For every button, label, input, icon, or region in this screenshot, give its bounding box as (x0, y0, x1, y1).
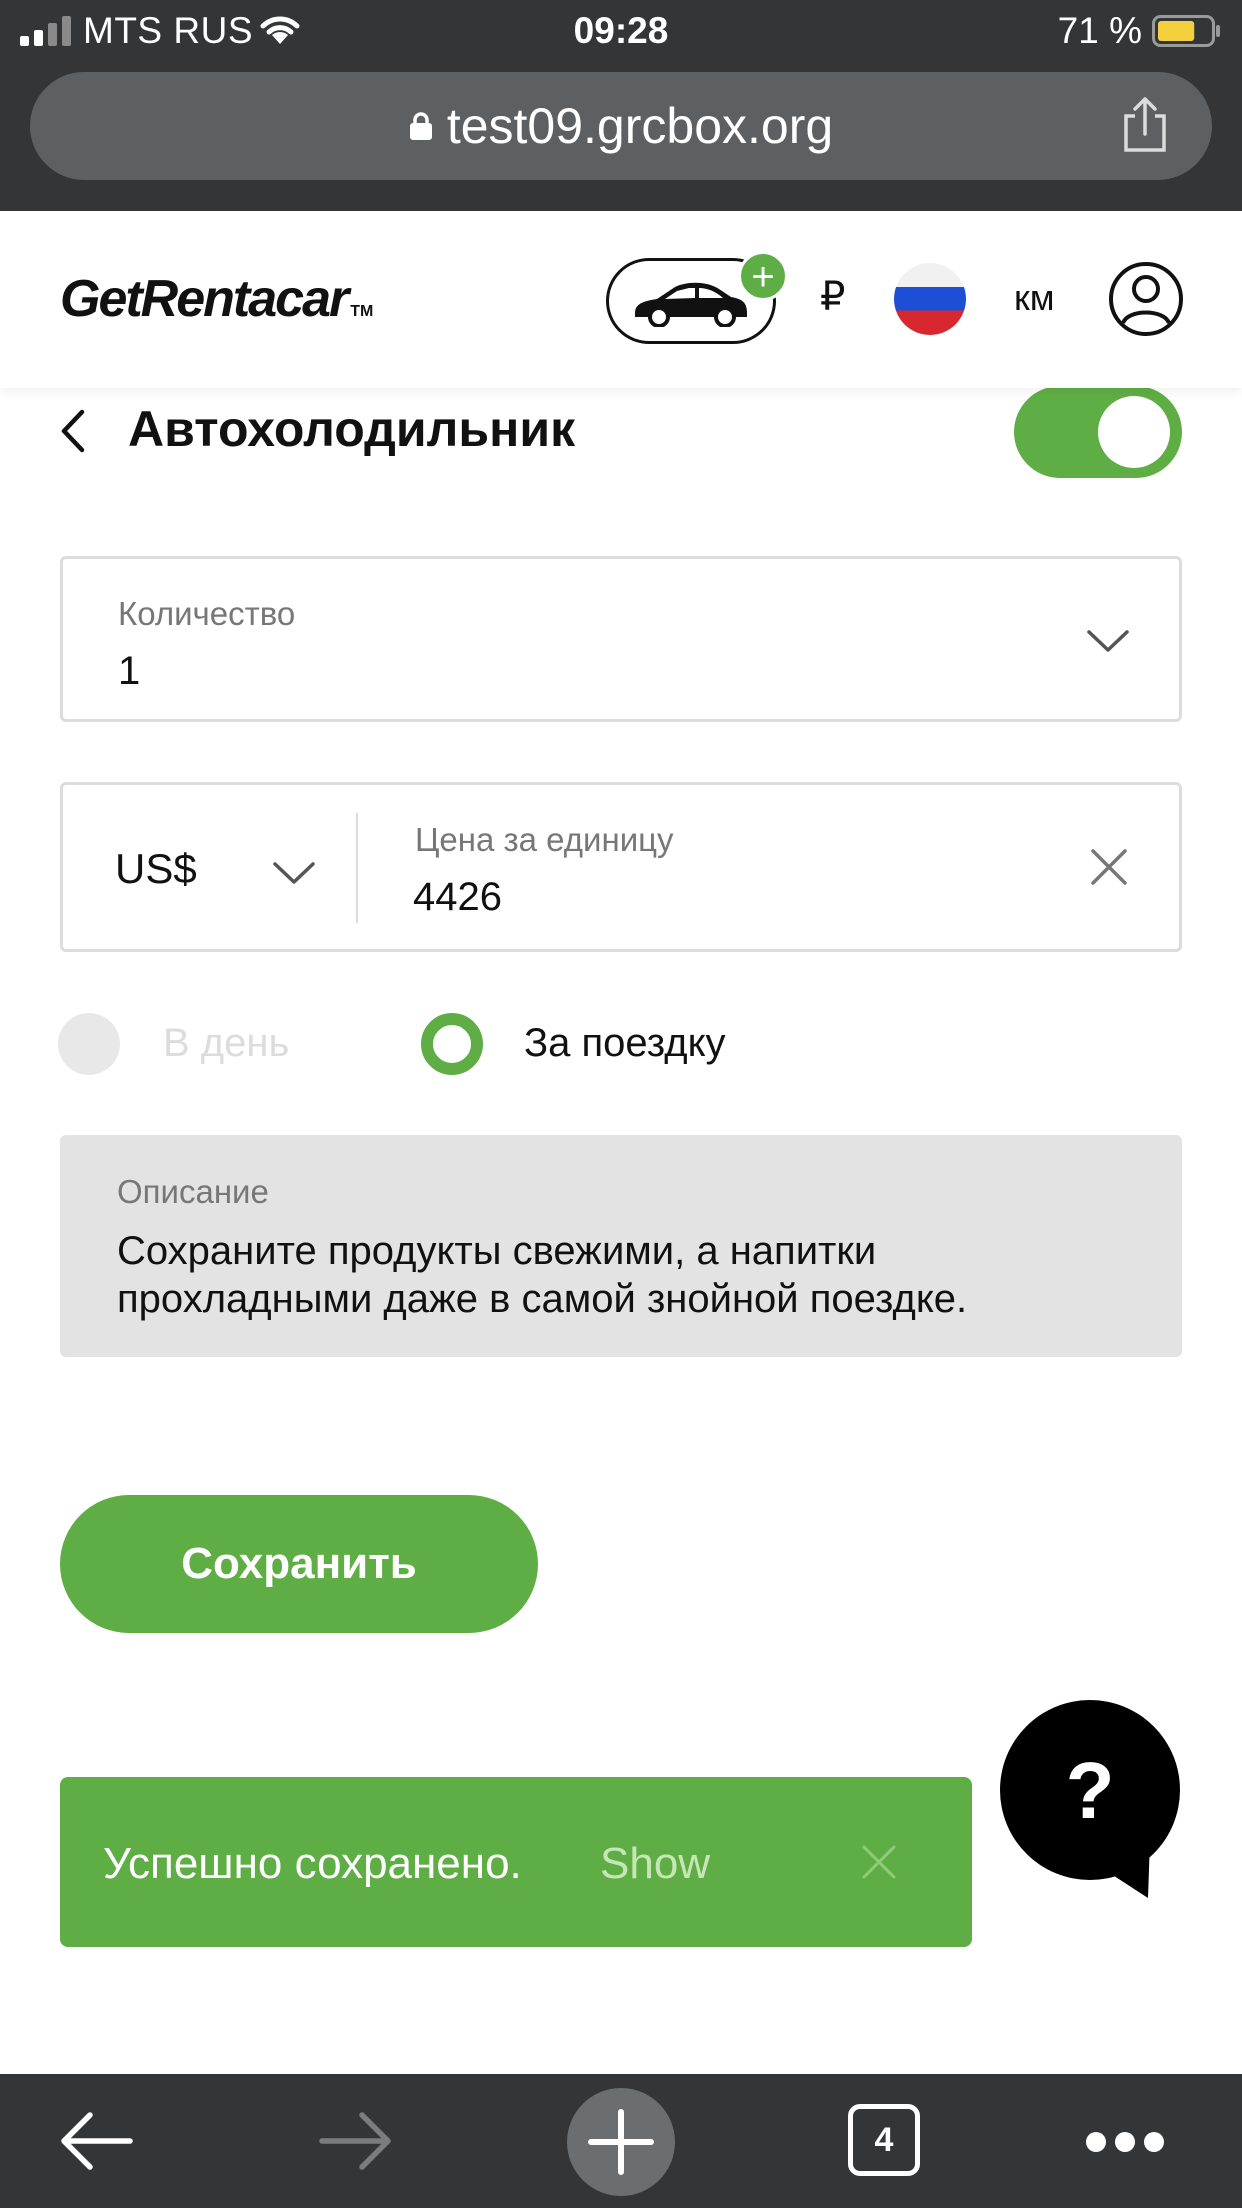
browser-top-bar: MTS RUS 09:28 71 % test09.grcbox.org (0, 0, 1242, 211)
currency-switch[interactable]: ₽ (820, 274, 845, 320)
currency-select[interactable]: US$ (115, 845, 197, 893)
snackbar-message: Успешно сохранено. (103, 1839, 522, 1888)
carrier-name: MTS RUS (83, 10, 253, 51)
car-icon (635, 282, 747, 327)
save-button[interactable]: Сохранить (60, 1495, 538, 1633)
plus-icon: + (738, 251, 788, 301)
profile-icon[interactable] (1108, 261, 1184, 337)
battery-percent: 71 % (1057, 10, 1142, 51)
battery-icon (1152, 15, 1220, 47)
new-tab-button[interactable] (567, 2088, 675, 2196)
radio-per-day[interactable] (58, 1013, 120, 1075)
description-label: Описание (117, 1173, 269, 1210)
tabs-count-button[interactable]: 4 (848, 2104, 920, 2176)
help-chat-icon[interactable]: ? (1000, 1700, 1180, 1900)
chevron-down-icon (1087, 630, 1129, 652)
radio-per-trip-label[interactable]: За поездку (524, 1021, 726, 1066)
radio-per-day-label[interactable]: В день (163, 1021, 289, 1066)
units-switch[interactable]: км (1014, 277, 1055, 319)
browser-bottom-bar: 4 (0, 2074, 1242, 2208)
back-arrow-icon[interactable] (58, 2110, 134, 2172)
share-icon[interactable] (1118, 96, 1172, 154)
address-bar[interactable]: test09.grcbox.org (30, 72, 1212, 180)
clear-icon[interactable] (1089, 847, 1129, 887)
page-title: Автохолодильник (128, 401, 576, 457)
lock-icon (409, 112, 432, 140)
quantity-value: 1 (118, 649, 141, 693)
success-snackbar: Успешно сохранено. Show (60, 1777, 972, 1947)
forward-arrow-icon[interactable] (318, 2110, 394, 2172)
help-symbol: ? (1066, 1746, 1115, 1835)
status-bar: MTS RUS 09:28 71 % (0, 0, 1242, 62)
toggle-knob (1098, 396, 1170, 468)
unit-price-label: Цена за единицу (415, 821, 674, 858)
field-divider (356, 813, 358, 923)
close-icon[interactable] (860, 1843, 898, 1881)
russia-flag-icon[interactable] (894, 263, 966, 335)
description-box: Описание Сохраните продукты свежими, а н… (60, 1135, 1182, 1357)
quantity-label: Количество (118, 595, 296, 632)
wifi-icon (260, 16, 300, 44)
url-text: test09.grcbox.org (446, 98, 834, 154)
add-car-button[interactable]: + (606, 251, 788, 344)
price-field: US$ Цена за единицу 4426 (60, 782, 1182, 952)
chevron-down-icon[interactable] (273, 861, 315, 885)
back-chevron-icon[interactable] (58, 408, 88, 454)
description-text: Сохраните продукты свежими, а напитки пр… (117, 1229, 968, 1321)
cellular-signal-icon (20, 16, 71, 46)
enable-toggle[interactable] (1014, 386, 1182, 478)
quantity-select[interactable]: Количество 1 (60, 556, 1182, 722)
snackbar-show-button[interactable]: Show (600, 1839, 710, 1889)
plus-icon (588, 2109, 654, 2175)
unit-price-input[interactable]: 4426 (413, 875, 502, 920)
site-header: GetRentacar TM + ₽ км (0, 211, 1242, 388)
radio-per-trip[interactable] (421, 1013, 483, 1075)
site-logo[interactable]: GetRentacar TM (60, 269, 373, 329)
more-icon[interactable] (1084, 2130, 1166, 2154)
